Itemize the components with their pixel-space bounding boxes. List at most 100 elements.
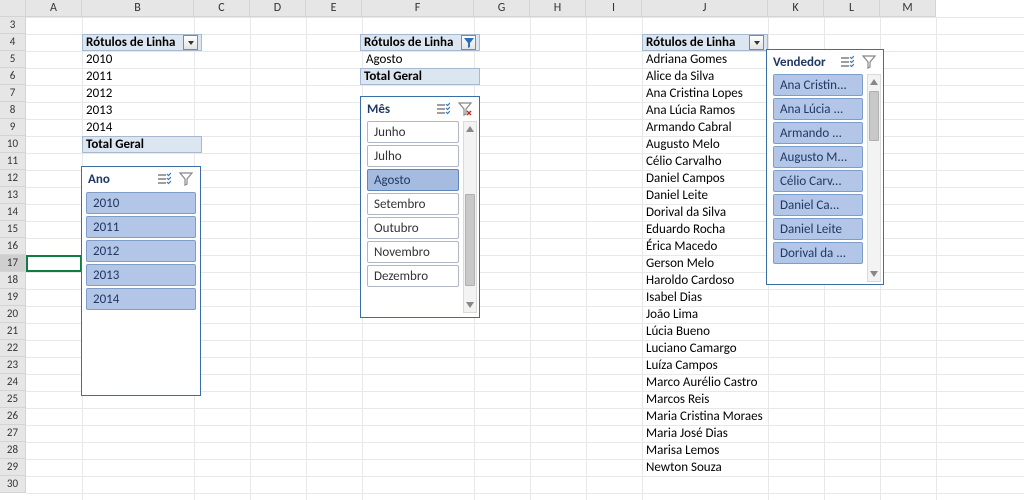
row-header-17[interactable]: 17	[0, 255, 26, 272]
scroll-thumb[interactable]	[465, 194, 475, 286]
clear-filter-icon[interactable]	[861, 54, 877, 70]
clear-filter-icon[interactable]	[457, 101, 473, 117]
slicer-item[interactable]: Agosto	[367, 169, 459, 191]
slicer-item[interactable]: 2014	[86, 288, 196, 310]
slicer-body: Ana Cristin...Ana Lúcia ...Armando ...Au…	[767, 72, 883, 284]
row-header-4[interactable]: 4	[0, 34, 26, 51]
slicer-item[interactable]: 2013	[86, 264, 196, 286]
scroll-up-icon[interactable]	[868, 75, 880, 89]
pivot2-total-label: Total Geral	[364, 68, 422, 85]
column-header-G[interactable]: G	[474, 0, 530, 17]
row-header-20[interactable]: 20	[0, 306, 26, 323]
column-header-K[interactable]: K	[768, 0, 824, 17]
row-header-29[interactable]: 29	[0, 459, 26, 476]
slicer-scrollbar[interactable]	[867, 74, 881, 282]
row-header-22[interactable]: 22	[0, 340, 26, 357]
slicer-scrollbar[interactable]	[463, 121, 477, 313]
row-header-9[interactable]: 9	[0, 119, 26, 136]
pivot3-row: Alice da Silva	[642, 68, 718, 85]
pivot3-filter-dropdown[interactable]	[749, 35, 764, 50]
row-header-8[interactable]: 8	[0, 102, 26, 119]
pivot3-row: Luíza Campos	[642, 357, 722, 374]
slicer-item[interactable]: Setembro	[367, 193, 459, 215]
slicer-header: Vendedor	[767, 50, 883, 72]
multiselect-icon[interactable]	[156, 171, 172, 187]
row-header-27[interactable]: 27	[0, 425, 26, 442]
slicer-title: Vendedor	[773, 55, 826, 70]
pivot3-row: Ana Cristina Lopes	[642, 85, 747, 102]
pivot2-row: Agosto	[362, 51, 406, 68]
column-header-L[interactable]: L	[824, 0, 880, 17]
slicer-item[interactable]: Armando ...	[773, 122, 863, 144]
row-header-13[interactable]: 13	[0, 187, 26, 204]
scroll-thumb[interactable]	[869, 91, 879, 141]
row-header-24[interactable]: 24	[0, 374, 26, 391]
row-header-6[interactable]: 6	[0, 68, 26, 85]
slicer-item[interactable]: 2010	[86, 192, 196, 214]
slicer-item[interactable]: Daniel Ca...	[773, 194, 863, 216]
column-header-B[interactable]: B	[82, 0, 194, 17]
scroll-up-icon[interactable]	[464, 122, 476, 136]
slicer-item[interactable]: Daniel Leite	[773, 218, 863, 240]
clear-filter-icon[interactable]	[178, 171, 194, 187]
column-header-A[interactable]: A	[26, 0, 82, 17]
select-all-corner[interactable]	[0, 0, 26, 17]
pivot2-header-label: Rótulos de Linha	[364, 34, 453, 51]
column-header-F[interactable]: F	[362, 0, 474, 17]
pivot3-row: Eduardo Rocha	[642, 221, 729, 238]
column-header-H[interactable]: H	[530, 0, 586, 17]
slicer-item[interactable]: Ana Lúcia ...	[773, 98, 863, 120]
row-header-30[interactable]: 30	[0, 476, 26, 493]
slicer-item[interactable]: Julho	[367, 145, 459, 167]
scroll-down-icon[interactable]	[868, 267, 880, 281]
excel-grid: ABCDEFGHIJKLM 34567891011121314151617181…	[0, 0, 1024, 500]
column-header-J[interactable]: J	[642, 0, 768, 17]
row-header-21[interactable]: 21	[0, 323, 26, 340]
row-header-23[interactable]: 23	[0, 357, 26, 374]
column-header-C[interactable]: C	[194, 0, 250, 17]
column-header-M[interactable]: M	[880, 0, 936, 17]
column-header-E[interactable]: E	[306, 0, 362, 17]
row-header-10[interactable]: 10	[0, 136, 26, 153]
row-header-28[interactable]: 28	[0, 442, 26, 459]
slicer-item[interactable]: Novembro	[367, 241, 459, 263]
row-header-16[interactable]: 16	[0, 238, 26, 255]
slicer-item[interactable]: Ana Cristin...	[773, 74, 863, 96]
row-header-3[interactable]: 3	[0, 17, 26, 34]
row-header-12[interactable]: 12	[0, 170, 26, 187]
slicer-header: Mês	[361, 97, 479, 119]
row-header-25[interactable]: 25	[0, 391, 26, 408]
multiselect-icon[interactable]	[839, 54, 855, 70]
column-header-D[interactable]: D	[250, 0, 306, 17]
slicer-item[interactable]: 2012	[86, 240, 196, 262]
row-header-15[interactable]: 15	[0, 221, 26, 238]
slicer-vendedor[interactable]: Vendedor Ana Cristin...Ana Lúcia ...Arma…	[766, 49, 884, 285]
pivot2-filter-dropdown[interactable]	[461, 35, 476, 50]
column-header-I[interactable]: I	[586, 0, 642, 17]
row-header-14[interactable]: 14	[0, 204, 26, 221]
slicer-item[interactable]: Augusto M...	[773, 146, 863, 168]
slicer-item[interactable]: 2011	[86, 216, 196, 238]
scroll-down-icon[interactable]	[464, 298, 476, 312]
row-header-19[interactable]: 19	[0, 289, 26, 306]
slicer-item[interactable]: Junho	[367, 121, 459, 143]
row-header-5[interactable]: 5	[0, 51, 26, 68]
slicer-ano[interactable]: Ano 20102011201220132014	[81, 166, 201, 396]
row-header-18[interactable]: 18	[0, 272, 26, 289]
pivot1-row: 2012	[82, 85, 116, 102]
slicer-item[interactable]: Outubro	[367, 217, 459, 239]
row-header-26[interactable]: 26	[0, 408, 26, 425]
slicer-item[interactable]: Célio Carv...	[773, 170, 863, 192]
funnel-icon	[464, 38, 474, 48]
row-header-7[interactable]: 7	[0, 85, 26, 102]
slicer-item[interactable]: Dezembro	[367, 265, 459, 287]
slicer-body: JunhoJulhoAgostoSetembroOutubroNovembroD…	[361, 119, 479, 315]
pivot3-row: Marisa Lemos	[642, 442, 723, 459]
multiselect-icon[interactable]	[435, 101, 451, 117]
active-cell	[26, 255, 82, 272]
cell-area[interactable]: 20102011201220132014AgostoAdriana GomesA…	[26, 17, 1024, 500]
row-header-11[interactable]: 11	[0, 153, 26, 170]
slicer-item[interactable]: Dorival da ...	[773, 242, 863, 264]
slicer-mes[interactable]: Mês JunhoJulhoAgostoSetembroOutubroNovem…	[360, 96, 480, 318]
pivot1-filter-dropdown[interactable]	[183, 35, 198, 50]
